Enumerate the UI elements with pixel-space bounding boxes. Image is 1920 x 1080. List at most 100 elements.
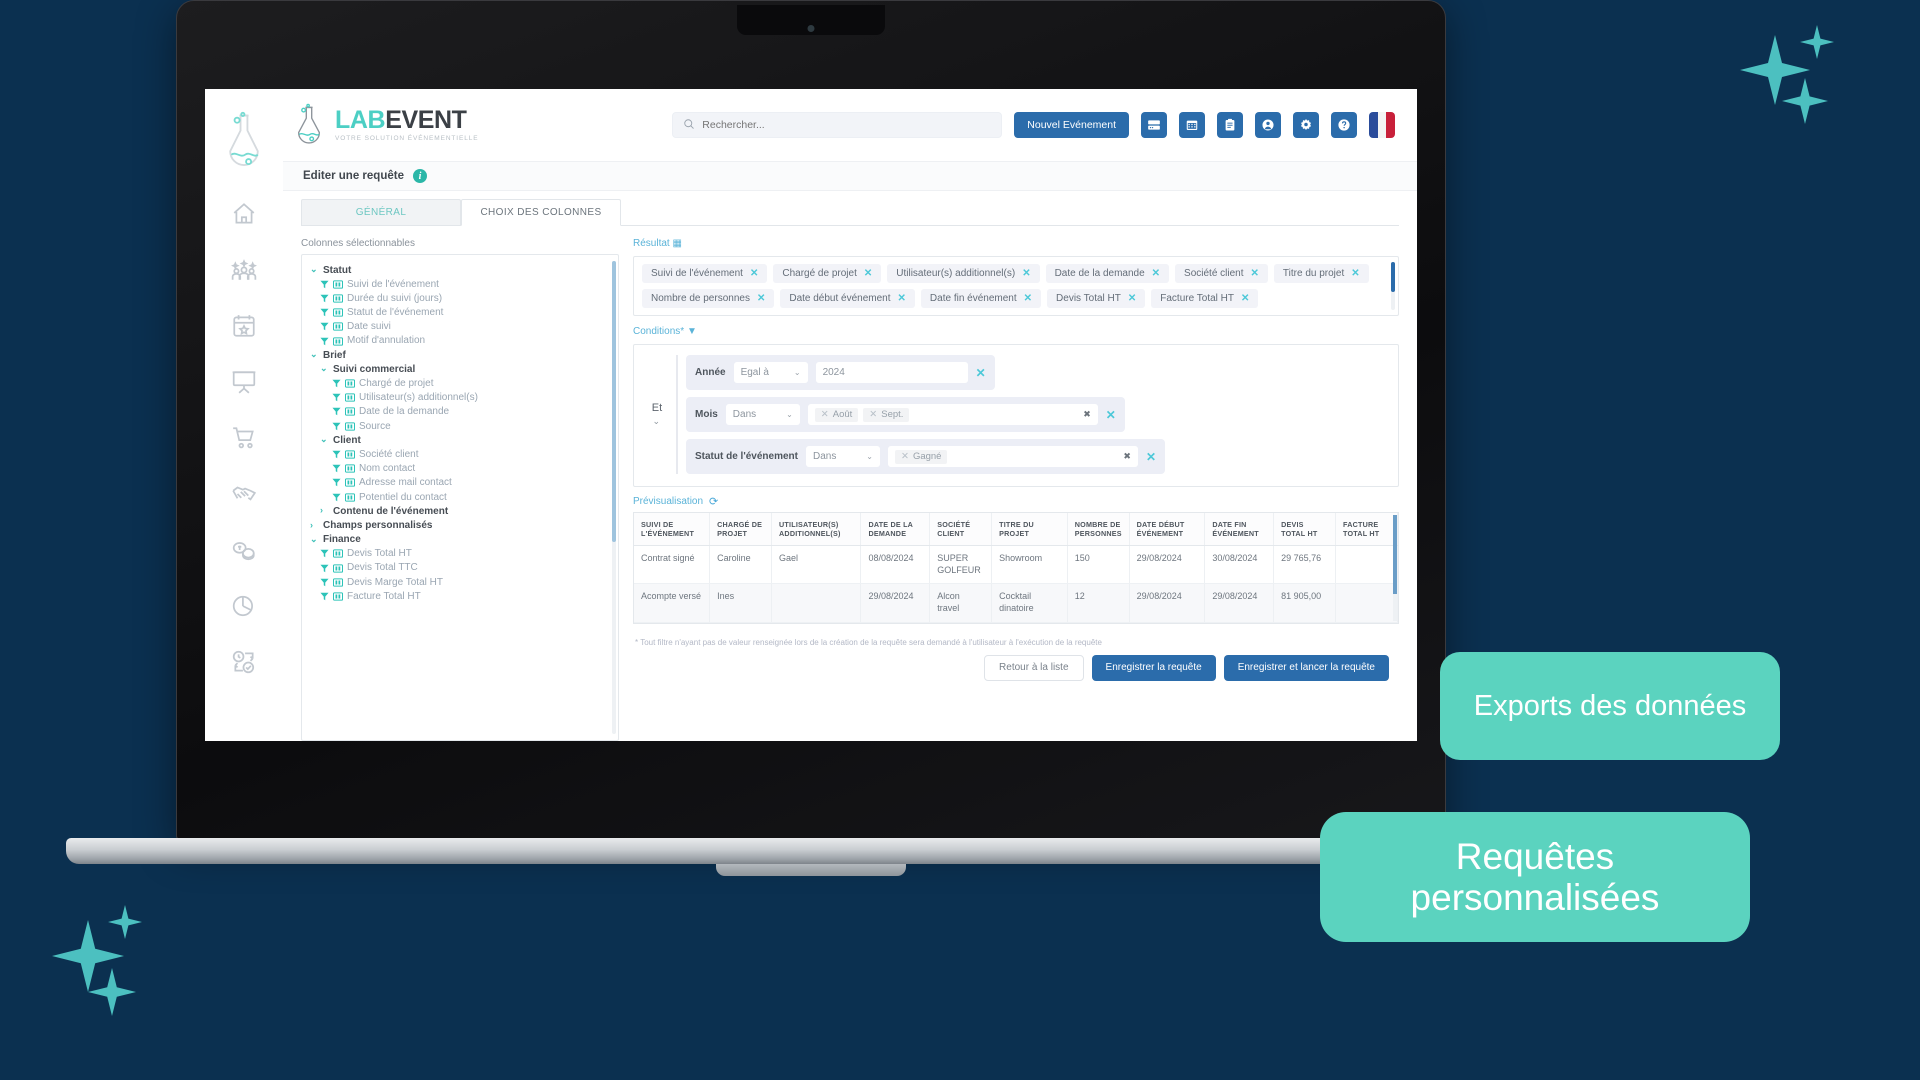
remove-tag-icon[interactable]: ✕: [750, 268, 758, 279]
tree-column-adresse-mail-contact[interactable]: Adresse mail contact: [310, 476, 612, 490]
preview-scrollbar-thumb[interactable]: [1393, 515, 1397, 595]
tree-column-dur-e-du-suivi-jours[interactable]: Durée du suivi (jours): [310, 291, 612, 305]
tree-column-facture-total-ht[interactable]: Facture Total HT: [310, 589, 612, 603]
back-to-list-button[interactable]: Retour à la liste: [984, 654, 1084, 681]
chevron-right-icon[interactable]: ›: [320, 505, 329, 517]
help-icon[interactable]: [1331, 112, 1357, 138]
sidebar-item-finance[interactable]: [229, 535, 259, 565]
remove-tag-icon[interactable]: ✕: [1022, 268, 1030, 279]
sidebar-item-statistics[interactable]: [229, 591, 259, 621]
tree-column-statut-de-l-v-nement[interactable]: Statut de l'événement: [310, 306, 612, 320]
tags-scrollbar-thumb[interactable]: [1391, 262, 1395, 293]
remove-tag-icon[interactable]: ✕: [1128, 293, 1136, 304]
result-tag[interactable]: Nombre de personnes ✕: [642, 289, 775, 308]
clear-values-icon[interactable]: ✖: [1123, 451, 1131, 462]
condition-value-chip[interactable]: ✕ Sept.: [863, 407, 910, 422]
tree-column-source[interactable]: Source: [310, 419, 612, 433]
tab-choix-des-colonnes[interactable]: CHOIX DES COLONNES: [461, 199, 621, 226]
tree-group-finance[interactable]: ⌄ Finance: [310, 533, 612, 547]
result-tag[interactable]: Devis Total HT ✕: [1047, 289, 1146, 308]
remove-tag-icon[interactable]: ✕: [1251, 268, 1259, 279]
result-tag[interactable]: Facture Total HT ✕: [1151, 289, 1259, 308]
tree-column-potentiel-du-contact[interactable]: Potentiel du contact: [310, 490, 612, 504]
chevron-down-icon[interactable]: ⌄: [310, 264, 319, 276]
result-tag[interactable]: Date début événement ✕: [780, 289, 915, 308]
sidebar-item-handshake[interactable]: [229, 479, 259, 509]
remove-tag-icon[interactable]: ✕: [1024, 293, 1032, 304]
calendar-icon[interactable]: [1179, 112, 1205, 138]
tree-group-contenu-de-l-v-nement[interactable]: › Contenu de l'événement: [310, 504, 612, 518]
preview-table-row[interactable]: Contrat signé Caroline Gael 08/08/2024 SUPER…: [634, 545, 1398, 585]
tree-group-brief[interactable]: ⌄ Brief: [310, 348, 612, 362]
remove-tag-icon[interactable]: ✕: [898, 293, 906, 304]
columns-tree[interactable]: ⌄ Statut Suivi de l'événement Durée du suiv…: [301, 254, 619, 741]
tree-column-charg-de-projet[interactable]: Chargé de projet: [310, 377, 612, 391]
result-tag[interactable]: Chargé de projet ✕: [773, 264, 882, 283]
tree-column-date-suivi[interactable]: Date suivi: [310, 320, 612, 334]
sidebar-item-presentation[interactable]: [229, 367, 259, 397]
tree-column-date-de-la-demande[interactable]: Date de la demande: [310, 405, 612, 419]
remove-condition-icon[interactable]: ✕: [1106, 408, 1116, 422]
chevron-down-icon[interactable]: ⌄: [310, 349, 319, 361]
result-tag[interactable]: Date de la demande ✕: [1045, 264, 1170, 283]
tree-column-motif-d-annulation[interactable]: Motif d'annulation: [310, 334, 612, 348]
remove-chip-icon[interactable]: ✕: [901, 451, 909, 462]
tree-column-devis-total-ttc[interactable]: Devis Total TTC: [310, 561, 612, 575]
refresh-icon[interactable]: ⟳: [709, 495, 718, 508]
condition-operator-select[interactable]: Egal à ⌄: [733, 362, 808, 383]
condition-value-chip[interactable]: ✕ Gagné: [894, 449, 948, 464]
remove-chip-icon[interactable]: ✕: [821, 409, 829, 420]
french-flag-icon[interactable]: [1369, 112, 1395, 138]
tree-group-suivi-commercial[interactable]: ⌄ Suivi commercial: [310, 362, 612, 376]
chevron-down-icon[interactable]: ⌄: [320, 434, 329, 446]
sidebar-item-calendar-star[interactable]: [229, 311, 259, 341]
search-box[interactable]: [672, 112, 1003, 138]
sidebar-item-cart[interactable]: [229, 423, 259, 453]
tree-group-statut[interactable]: ⌄ Statut: [310, 263, 612, 277]
remove-condition-icon[interactable]: ✕: [1146, 450, 1156, 464]
condition-operator-select[interactable]: Dans ⌄: [725, 404, 800, 425]
preview-table-row[interactable]: Acompte versé Ines 29/08/2024 Alcon travel C…: [634, 583, 1398, 623]
tree-column-devis-total-ht[interactable]: Devis Total HT: [310, 547, 612, 561]
result-tags-box[interactable]: Suivi de l'événement ✕ Chargé de projet ✕ Ut…: [633, 256, 1399, 316]
remove-tag-icon[interactable]: ✕: [1351, 268, 1359, 279]
condition-value-input[interactable]: 2024: [815, 362, 968, 383]
tab-general[interactable]: GÉNÉRAL: [301, 199, 461, 225]
condition-value-input[interactable]: ✕ Gagné ✖: [887, 446, 1138, 467]
search-input[interactable]: [702, 119, 992, 131]
condition-value-input[interactable]: ✕ Août ✕ Sept. ✖: [807, 404, 1098, 425]
result-tag[interactable]: Date fin événement ✕: [920, 289, 1042, 308]
sidebar-item-tasks[interactable]: [229, 647, 259, 677]
conditions-operator[interactable]: Et ⌄: [644, 355, 670, 474]
chevron-down-icon[interactable]: ⌄: [310, 534, 319, 546]
chevron-down-icon[interactable]: ⌄: [320, 363, 329, 375]
remove-tag-icon[interactable]: ✕: [1152, 268, 1160, 279]
clear-values-icon[interactable]: ✖: [1083, 409, 1091, 420]
remove-tag-icon[interactable]: ✕: [757, 293, 765, 304]
condition-value-chip[interactable]: ✕ Août: [814, 407, 859, 422]
result-tag[interactable]: Titre du projet ✕: [1273, 264, 1369, 283]
result-tag[interactable]: Suivi de l'événement ✕: [642, 264, 768, 283]
save-query-button[interactable]: Enregistrer la requête: [1091, 654, 1216, 681]
new-event-button[interactable]: Nouvel Evénement: [1014, 112, 1129, 138]
tree-group-champs-personnalis-s[interactable]: › Champs personnalisés: [310, 518, 612, 532]
info-icon[interactable]: i: [412, 169, 427, 183]
tree-column-devis-marge-total-ht[interactable]: Devis Marge Total HT: [310, 575, 612, 589]
clipboard-icon[interactable]: [1217, 112, 1243, 138]
tree-column-nom-contact[interactable]: Nom contact: [310, 462, 612, 476]
remove-chip-icon[interactable]: ✕: [869, 409, 877, 420]
remove-tag-icon[interactable]: ✕: [864, 268, 872, 279]
result-tag[interactable]: Société client ✕: [1175, 264, 1268, 283]
tree-column-soci-t-client[interactable]: Société client: [310, 447, 612, 461]
chevron-right-icon[interactable]: ›: [310, 520, 319, 532]
result-tag[interactable]: Utilisateur(s) additionnel(s) ✕: [887, 264, 1040, 283]
remove-tag-icon[interactable]: ✕: [1241, 293, 1249, 304]
user-icon[interactable]: [1255, 112, 1281, 138]
condition-operator-select[interactable]: Dans ⌄: [805, 446, 880, 467]
gear-icon[interactable]: [1293, 112, 1319, 138]
sidebar-item-home[interactable]: [229, 199, 259, 229]
sidebar-item-team[interactable]: [229, 255, 259, 285]
tree-column-utilisateur-s-additionnel-s[interactable]: Utilisateur(s) additionnel(s): [310, 391, 612, 405]
server-icon[interactable]: [1141, 112, 1167, 138]
remove-condition-icon[interactable]: ✕: [976, 366, 986, 380]
